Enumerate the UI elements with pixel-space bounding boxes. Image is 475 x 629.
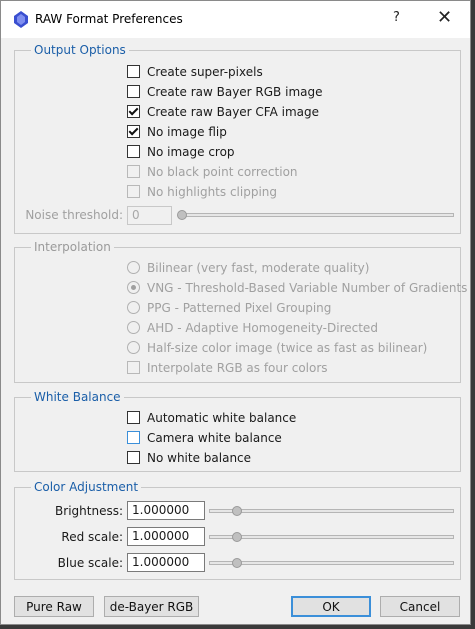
- close-button[interactable]: ✕: [437, 7, 452, 28]
- checkbox-box[interactable]: [127, 145, 140, 158]
- radio-label: VNG - Threshold-Based Variable Number of…: [147, 281, 468, 295]
- checkbox-box[interactable]: [127, 411, 140, 424]
- radio-circle: [127, 341, 140, 354]
- debayer-rgb-button[interactable]: de-Bayer RGB: [104, 596, 199, 617]
- radio-label: Bilinear (very fast, moderate quality): [147, 261, 370, 275]
- checkbox-label: No highlights clipping: [147, 185, 278, 199]
- cancel-button[interactable]: Cancel: [380, 596, 460, 617]
- checkbox-box-checked[interactable]: [127, 105, 140, 118]
- checkbox-box-disabled: [127, 361, 140, 374]
- checkbox-label: Automatic white balance: [147, 411, 297, 425]
- radio-label: AHD - Adaptive Homogeneity-Directed: [147, 321, 378, 335]
- brightness-label: Brightness:: [55, 504, 123, 518]
- pure-raw-button[interactable]: Pure Raw: [14, 596, 94, 617]
- white-balance-legend: White Balance: [34, 390, 121, 404]
- red-scale-label: Red scale:: [61, 530, 123, 544]
- brightness-slider-thumb[interactable]: [232, 506, 242, 516]
- noise-threshold-label: Noise threshold:: [25, 208, 123, 222]
- checkbox-label: No black point correction: [147, 165, 298, 179]
- radio-label: Half-size color image (twice as fast as …: [147, 341, 428, 355]
- title-bar: RAW Format Preferences ? ✕: [1, 1, 470, 38]
- ok-button[interactable]: OK: [291, 596, 371, 617]
- checkbox-label: Camera white balance: [147, 431, 282, 445]
- checkbox-label: Create super-pixels: [147, 65, 263, 79]
- checkbox-box-disabled: [127, 185, 140, 198]
- radio-label: PPG - Patterned Pixel Grouping: [147, 301, 332, 315]
- blue-scale-label: Blue scale:: [57, 556, 123, 570]
- red-scale-input[interactable]: 1.000000: [127, 527, 205, 546]
- checkbox-box[interactable]: [127, 451, 140, 464]
- checkbox-box-checked[interactable]: [127, 125, 140, 138]
- help-button[interactable]: ?: [393, 10, 400, 25]
- blue-scale-slider-thumb[interactable]: [232, 558, 242, 568]
- color-adjustment-legend: Color Adjustment: [34, 480, 139, 494]
- checkbox-box-disabled: [127, 165, 140, 178]
- output-options-legend: Output Options: [34, 43, 126, 57]
- window-title: RAW Format Preferences: [35, 12, 183, 26]
- radio-circle: [127, 261, 140, 274]
- noise-threshold-slider-thumb: [177, 210, 187, 220]
- radio-circle: [127, 321, 140, 334]
- checkbox-label: Create raw Bayer CFA image: [147, 105, 320, 119]
- checkbox-box-focused[interactable]: [127, 431, 140, 444]
- brightness-slider-track[interactable]: [209, 509, 454, 513]
- red-scale-slider-thumb[interactable]: [232, 532, 242, 542]
- checkbox-label: No white balance: [147, 451, 252, 465]
- app-logo-icon: [14, 11, 28, 28]
- radio-circle-selected: [127, 281, 140, 294]
- checkbox-label: No image crop: [147, 145, 235, 159]
- checkbox-label: Create raw Bayer RGB image: [147, 85, 323, 99]
- interpolation-legend: Interpolation: [34, 240, 111, 254]
- checkbox-box[interactable]: [127, 65, 140, 78]
- checkbox-box[interactable]: [127, 85, 140, 98]
- red-scale-slider-track[interactable]: [209, 535, 454, 539]
- noise-threshold-slider-track: [179, 213, 454, 217]
- raw-format-preferences-dialog: RAW Format Preferences ? ✕ Output Option…: [0, 0, 471, 625]
- brightness-input[interactable]: 1.000000: [127, 501, 205, 520]
- noise-threshold-input: 0: [127, 206, 172, 225]
- radio-circle: [127, 301, 140, 314]
- checkbox-label: No image flip: [147, 125, 227, 139]
- checkbox-label: Interpolate RGB as four colors: [147, 361, 328, 375]
- blue-scale-input[interactable]: 1.000000: [127, 553, 205, 572]
- blue-scale-slider-track[interactable]: [209, 561, 454, 565]
